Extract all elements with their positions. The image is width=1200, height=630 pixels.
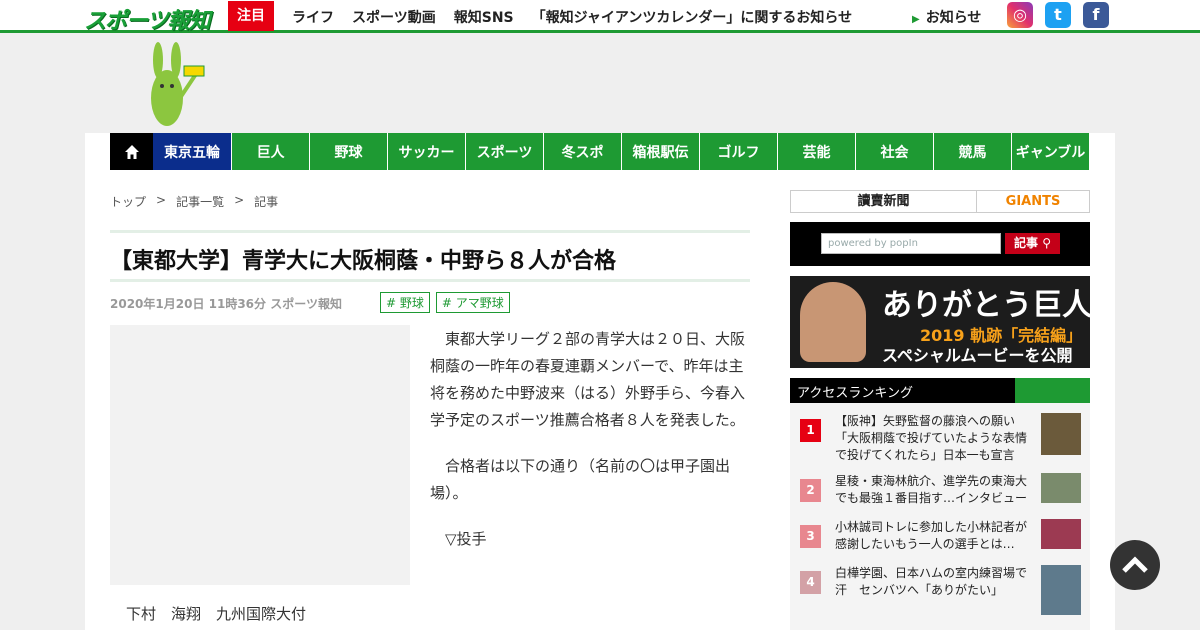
search-input[interactable]: powered by popIn (821, 233, 1001, 254)
rank-thumbnail (1041, 565, 1081, 615)
partner-links: 讀賣新聞 GIANTS (790, 190, 1090, 213)
rank-headline: 星稜・東海林航介、進学先の東海大でも最強１番目指す…インタビュー (835, 474, 1028, 505)
hot-badge[interactable]: 注目 (228, 1, 274, 31)
category-winter-sports[interactable]: 冬スポ (543, 133, 621, 170)
ranking-item[interactable]: 2 星稜・東海林航介、進学先の東海大でも最強１番目指す…インタビュー (790, 471, 1090, 517)
ranking-item[interactable]: 3 小林誠司トレに参加した小林記者が感謝したいもう一人の選手とは… (790, 517, 1090, 563)
ranking-title: アクセスランキング (797, 386, 913, 401)
twitter-icon[interactable]: t (1045, 2, 1071, 28)
category-nav: 東京五輪 巨人 野球 サッカー スポーツ 冬スポ 箱根駅伝 ゴルフ 芸能 社会 … (110, 133, 1089, 170)
category-society[interactable]: 社会 (855, 133, 933, 170)
ranking-item[interactable]: 4 白樺学園、日本ハムの室内練習場で汗 センバツへ「ありがたい」 (790, 563, 1090, 615)
player-photo (800, 282, 866, 362)
top-bar: スポーツ報知 注目 ライフ スポーツ動画 報知SNS 「報知ジャイアンツカレンダ… (0, 0, 1200, 35)
breadcrumb-current: 記事 (254, 195, 279, 209)
triangle-right-icon: ▶ (912, 14, 920, 25)
rank-headline: 白樺学園、日本ハムの室内練習場で汗 センバツへ「ありがたい」 (835, 566, 1028, 597)
facebook-icon[interactable]: f (1083, 2, 1109, 28)
rank-number: 1 (800, 419, 821, 442)
breadcrumb-list[interactable]: 記事一覧 (176, 193, 224, 210)
ranking-header: アクセスランキング (790, 378, 1090, 403)
article-body: 東都大学リーグ２部の青学大は２０日、大阪桐蔭の一昨年の春夏連覇メンバーで、昨年は… (430, 326, 750, 572)
category-baseball[interactable]: 野球 (309, 133, 387, 170)
search-icon: ⚲ (1042, 236, 1051, 250)
article-title-box: 【東都大学】青学大に大阪桐蔭・中野ら８人が合格 (110, 230, 750, 282)
breadcrumb-separator: > (234, 193, 245, 207)
rank-thumbnail (1041, 473, 1081, 503)
rank-thumbnail (1041, 519, 1081, 549)
back-to-top-button[interactable] (1110, 540, 1160, 590)
ad-placeholder (110, 325, 410, 585)
category-giants[interactable]: 巨人 (231, 133, 309, 170)
tag-amateur-baseball[interactable]: # アマ野球 (435, 292, 510, 313)
giants-link[interactable]: GIANTS (977, 191, 1089, 212)
home-icon[interactable] (110, 133, 153, 170)
article-paragraph: ▽投手 (445, 530, 487, 548)
rank-thumbnail (1041, 413, 1081, 455)
article-paragraph: 合格者は以下の通り（名前の〇は甲子園出場）。 (430, 457, 731, 502)
rank-number: 3 (800, 525, 821, 548)
ranking-item[interactable]: 1 【阪神】矢野監督の藤浪への願い「大阪桐蔭で投げていたような表情で投げてくれた… (790, 411, 1090, 462)
article-meta: 2020年1月20日 11時36分 スポーツ報知 (110, 297, 342, 311)
giants-thanks-banner[interactable]: ありがとう巨人 2019 軌跡「完結編」 スペシャルムービーを公開 (790, 276, 1090, 368)
top-nav: ライフ スポーツ動画 報知SNS 「報知ジャイアンツカレンダー」に関するお知らせ (292, 7, 852, 27)
notice-label: お知らせ (925, 10, 982, 26)
category-hakone-ekiden[interactable]: 箱根駅伝 (621, 133, 699, 170)
search-button[interactable]: 記事 ⚲ (1005, 233, 1060, 254)
rank-number: 4 (800, 571, 821, 594)
top-nav-life[interactable]: ライフ (292, 7, 334, 27)
category-tokyo2020[interactable]: 東京五輪 (153, 133, 231, 170)
category-horse-racing[interactable]: 競馬 (933, 133, 1011, 170)
site-logo[interactable]: スポーツ報知 (84, 3, 211, 35)
article-tags: # 野球 # アマ野球 (380, 292, 510, 313)
top-nav-calendar-notice[interactable]: 「報知ジャイアンツカレンダー」に関するお知らせ (532, 7, 852, 27)
banner-headline: ありがとう巨人 (882, 288, 1090, 323)
article-title: 【東都大学】青学大に大阪桐蔭・中野ら８人が合格 (110, 249, 617, 274)
rank-number: 2 (800, 479, 821, 502)
ranking-list: 1 【阪神】矢野監督の藤浪への願い「大阪桐蔭で投げていたような表情で投げてくれた… (790, 403, 1090, 630)
yomiuri-link[interactable]: 讀賣新聞 (791, 191, 977, 212)
ranking-header-accent (1015, 378, 1090, 403)
breadcrumb: トップ > 記事一覧 > 記事 (110, 193, 278, 210)
instagram-icon[interactable]: ◎ (1007, 2, 1033, 28)
category-soccer[interactable]: サッカー (387, 133, 465, 170)
category-golf[interactable]: ゴルフ (699, 133, 777, 170)
mascot-character-icon (151, 42, 205, 126)
tag-baseball[interactable]: # 野球 (380, 292, 430, 313)
article-player-line: 下村 海翔 九州国際大付 (126, 605, 307, 623)
rank-headline: 小林誠司トレに参加した小林記者が感謝したいもう一人の選手とは… (835, 520, 1028, 551)
top-nav-video[interactable]: スポーツ動画 (352, 7, 436, 27)
chevron-up-icon (1122, 556, 1148, 573)
article-paragraph: 東都大学リーグ２部の青学大は２０日、大阪桐蔭の一昨年の春夏連覇メンバーで、昨年は… (430, 330, 746, 429)
top-nav-sns[interactable]: 報知SNS (454, 7, 514, 27)
category-entertainment[interactable]: 芸能 (777, 133, 855, 170)
search-bar: powered by popIn 記事 ⚲ (790, 222, 1090, 266)
category-gambling[interactable]: ギャンブル (1011, 133, 1089, 170)
breadcrumb-top[interactable]: トップ (110, 193, 146, 210)
category-sports[interactable]: スポーツ (465, 133, 543, 170)
breadcrumb-separator: > (156, 193, 167, 207)
rank-headline: 【阪神】矢野監督の藤浪への願い「大阪桐蔭で投げていたような表情で投げてくれたら」… (835, 414, 1028, 462)
search-button-label: 記事 (1014, 236, 1039, 250)
notice-link[interactable]: ▶ お知らせ (912, 7, 981, 27)
banner-caption: スペシャルムービーを公開 (882, 346, 1073, 365)
